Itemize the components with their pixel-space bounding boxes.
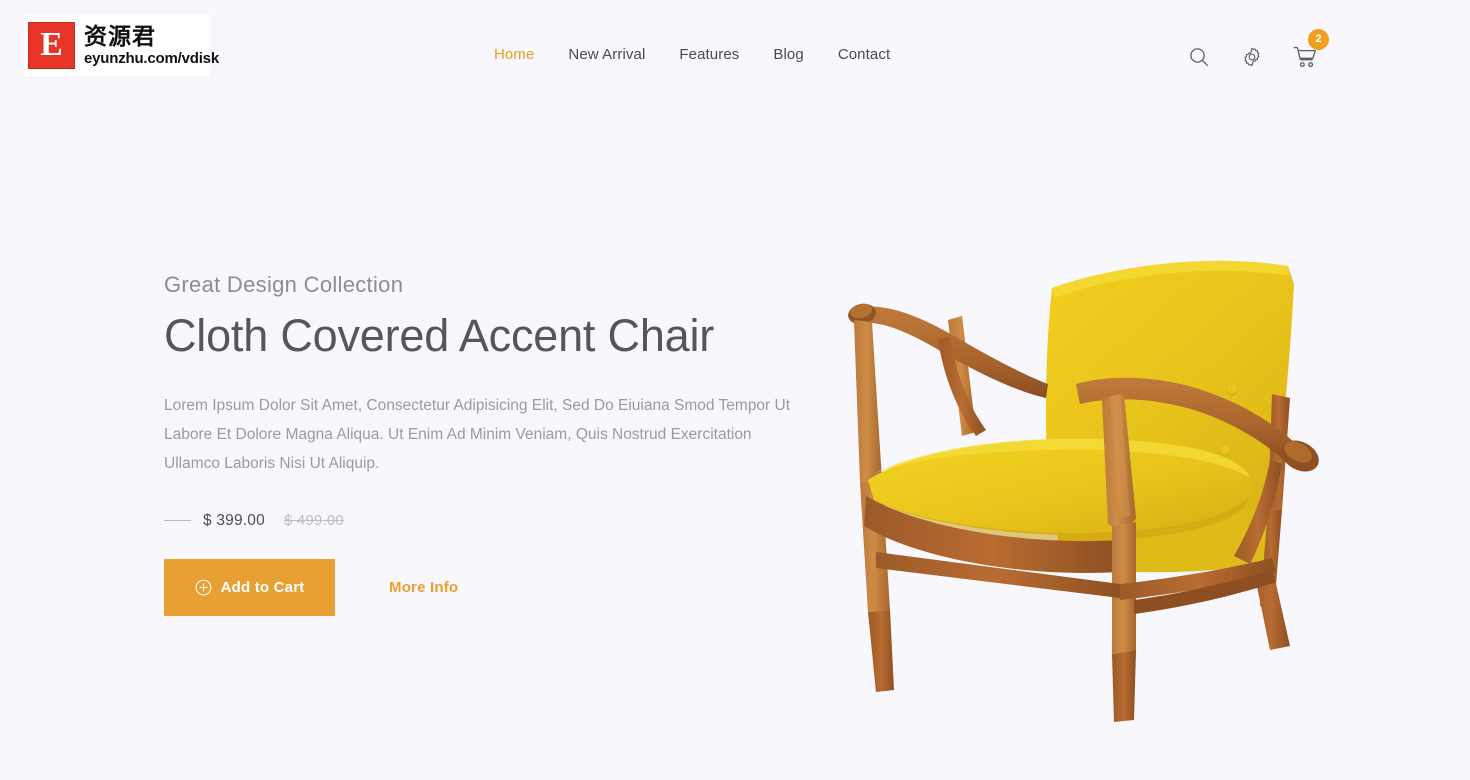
logo-chinese-name: 资源君: [84, 23, 156, 50]
search-icon[interactable]: [1186, 44, 1212, 70]
hero-content: Great Design Collection Cloth Covered Ac…: [164, 272, 824, 616]
cart-icon[interactable]: 2: [1292, 29, 1329, 70]
main-navigation: Home New Arrival Features Blog Contact: [494, 46, 890, 63]
logo-badge-letter: E: [40, 26, 63, 63]
hero-headline: Cloth Covered Accent Chair: [164, 310, 715, 361]
plus-circle-icon: [195, 579, 212, 596]
product-image[interactable]: [820, 180, 1350, 740]
cta-row: Add to Cart More Info: [164, 558, 824, 616]
price-row: $ 399.00 $ 499.00: [164, 510, 824, 532]
logo-badge: E: [28, 21, 75, 69]
more-info-link[interactable]: More Info: [389, 579, 458, 596]
add-to-cart-button[interactable]: Add to Cart: [164, 558, 335, 616]
header-icon-group: 2: [1186, 29, 1329, 70]
logo-url: eyunzhu.com/vdisk: [84, 49, 219, 67]
hero-description: Lorem Ipsum Dolor Sit Amet, Consectetur …: [164, 396, 791, 472]
site-logo-watermark[interactable]: E 资源君 eyunzhu.com/vdisk: [24, 14, 219, 76]
nav-item-home[interactable]: Home: [494, 46, 568, 63]
nav-item-new-arrival[interactable]: New Arrival: [568, 46, 679, 63]
nav-item-features[interactable]: Features: [679, 46, 773, 63]
cart-badge-count: 2: [1308, 29, 1329, 50]
add-to-cart-label: Add to Cart: [220, 578, 305, 596]
price-current: $ 399.00: [203, 511, 265, 529]
gear-icon[interactable]: [1239, 44, 1265, 70]
logo-text-block: 资源君 eyunzhu.com/vdisk: [84, 24, 219, 67]
nav-item-blog[interactable]: Blog: [773, 46, 837, 63]
nav-item-contact[interactable]: Contact: [838, 46, 890, 63]
chair-illustration: [848, 260, 1319, 722]
hero-eyebrow: Great Design Collection: [164, 272, 404, 297]
page-root: E 资源君 eyunzhu.com/vdisk Home New Arrival…: [0, 0, 1470, 780]
price-dash-decoration: [164, 520, 191, 522]
site-header: E 资源君 eyunzhu.com/vdisk Home New Arrival…: [0, 0, 1470, 112]
price-original: $ 499.00: [283, 512, 344, 530]
